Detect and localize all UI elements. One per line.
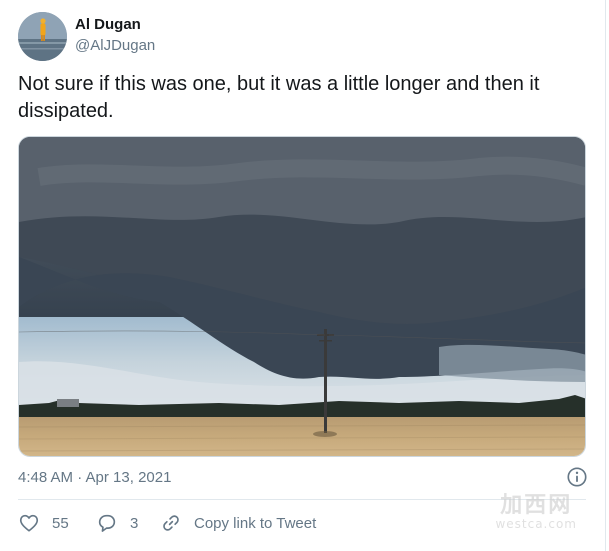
like-count: 55 [52, 514, 69, 532]
copy-link-label: Copy link to Tweet [194, 514, 317, 532]
heart-icon [19, 514, 39, 532]
like-button[interactable]: 55 [18, 511, 69, 535]
info-icon[interactable] [566, 466, 588, 488]
watermark-domain: westca.com [495, 517, 577, 531]
reply-button[interactable]: 3 [96, 511, 138, 535]
tweet-text: Not sure if this was one, but it was a l… [18, 73, 540, 122]
reply-count: 3 [130, 514, 139, 532]
author-handle[interactable]: @AlJDugan [75, 37, 155, 54]
author-avatar[interactable] [18, 12, 67, 61]
storm-cloud-photo [19, 137, 585, 456]
person-standing-in-water-avatar-icon [18, 12, 67, 61]
chain-link-icon [163, 515, 179, 531]
tweet-timestamp[interactable]: 4:48 AM · Apr 13, 2021 [18, 469, 171, 486]
author-name[interactable]: Al Dugan [75, 16, 141, 33]
tweet-card: Al Dugan @AlJDugan Not sure if this was … [0, 0, 606, 551]
watermark-chinese: 加西网 [500, 493, 573, 518]
speech-bubble-icon [98, 514, 116, 532]
copy-link-button[interactable]: Copy link to Tweet [160, 511, 316, 535]
site-watermark: 加西网 westca.com [495, 487, 577, 531]
tweet-photo[interactable] [18, 136, 586, 457]
